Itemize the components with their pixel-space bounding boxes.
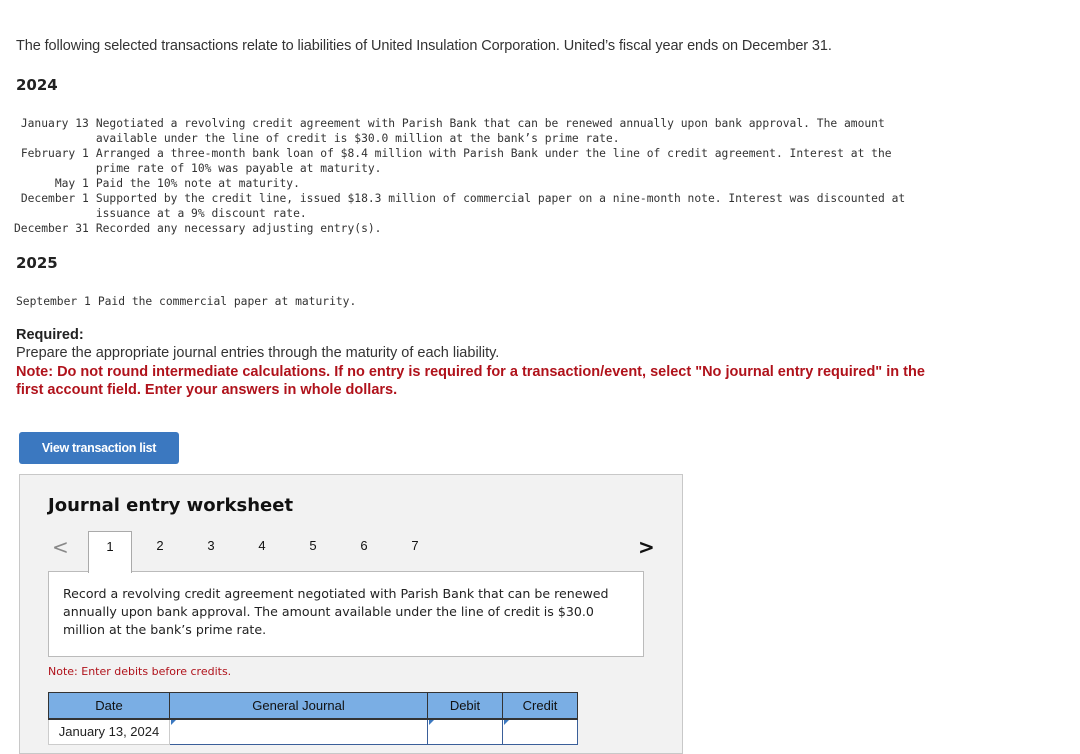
- transaction-row: prime rate of 10% was payable at maturit…: [14, 161, 956, 176]
- account-field[interactable]: [169, 718, 428, 745]
- transaction-description: issuance at a 9% discount rate.: [95, 207, 307, 220]
- transactions-2025: September 1 Paid the commercial paper at …: [16, 294, 958, 309]
- transaction-description: Recorded any necessary adjusting entry(s…: [95, 222, 382, 235]
- debit-field[interactable]: [427, 718, 503, 745]
- header-credit: Credit: [502, 692, 578, 720]
- year-heading-2025: 2025: [16, 254, 58, 272]
- transaction-date: May 1: [54, 177, 89, 190]
- transaction-date: September 1: [16, 295, 91, 308]
- journal-entry-worksheet: Journal entry worksheet < 1 2 3 4 5 6 7 …: [19, 474, 683, 754]
- transaction-row: issuance at a 9% discount rate.: [14, 206, 956, 221]
- transaction-row: December 1 Supported by the credit line, …: [14, 191, 956, 206]
- transaction-date: [14, 131, 96, 146]
- header-general-journal: General Journal: [169, 692, 428, 720]
- transaction-row: September 1 Paid the commercial paper at …: [16, 294, 958, 309]
- tab-1[interactable]: 1: [88, 531, 132, 573]
- credit-field[interactable]: [502, 718, 578, 745]
- dropdown-flag-icon: [171, 719, 176, 730]
- input-flag-icon: [429, 719, 434, 730]
- tab-5[interactable]: 5: [291, 531, 335, 573]
- required-text: Prepare the appropriate journal entries …: [16, 345, 500, 361]
- transaction-description: Arranged a three-month bank loan of $8.4…: [95, 147, 892, 160]
- transaction-description: available under the line of credit is $3…: [95, 132, 620, 145]
- view-transaction-list-button[interactable]: View transaction list: [19, 432, 179, 464]
- transaction-description: Negotiated a revolving credit agreement …: [95, 117, 885, 130]
- chevron-right-icon[interactable]: >: [638, 535, 655, 559]
- transaction-date: [14, 206, 96, 221]
- transaction-description: Supported by the credit line, issued $18…: [95, 192, 906, 205]
- intro-text: The following selected transactions rela…: [16, 38, 832, 54]
- transaction-description: Paid the commercial paper at maturity.: [97, 295, 357, 308]
- row-date: January 13, 2024: [48, 718, 170, 745]
- debits-note: Note: Enter debits before credits.: [48, 665, 232, 678]
- transaction-date: [14, 161, 96, 176]
- transactions-2024: January 13 Negotiated a revolving credit …: [14, 116, 956, 236]
- transaction-description: Record a revolving credit agreement nego…: [48, 571, 644, 657]
- tab-2[interactable]: 2: [138, 531, 182, 573]
- header-debit: Debit: [427, 692, 503, 720]
- input-flag-icon: [504, 719, 509, 730]
- tab-6[interactable]: 6: [342, 531, 386, 573]
- transaction-description: Paid the 10% note at maturity.: [95, 177, 300, 190]
- transaction-row: February 1 Arranged a three-month bank lo…: [14, 146, 956, 161]
- chevron-left-icon[interactable]: <: [52, 535, 69, 559]
- transaction-date: December 31: [14, 222, 89, 235]
- transaction-row: May 1 Paid the 10% note at maturity.: [14, 176, 956, 191]
- transaction-description: prime rate of 10% was payable at maturit…: [95, 162, 382, 175]
- required-note: Note: Do not round intermediate calculat…: [16, 364, 925, 398]
- header-date: Date: [48, 692, 170, 720]
- table-row: January 13, 2024: [48, 718, 578, 745]
- transaction-row: December 31 Recorded any necessary adjust…: [14, 221, 956, 236]
- transaction-date: February 1: [20, 147, 89, 160]
- tab-7[interactable]: 7: [393, 531, 437, 573]
- tab-3[interactable]: 3: [189, 531, 233, 573]
- transaction-date: January 13: [20, 117, 89, 130]
- worksheet-title: Journal entry worksheet: [48, 495, 294, 516]
- transaction-row: available under the line of credit is $3…: [14, 131, 956, 146]
- required-label: Required:: [16, 327, 84, 343]
- transaction-row: January 13 Negotiated a revolving credit …: [14, 116, 956, 131]
- tab-4[interactable]: 4: [240, 531, 284, 573]
- journal-table: Date General Journal Debit Credit Januar…: [48, 692, 578, 745]
- year-heading-2024: 2024: [16, 76, 58, 94]
- transaction-date: December 1: [20, 192, 89, 205]
